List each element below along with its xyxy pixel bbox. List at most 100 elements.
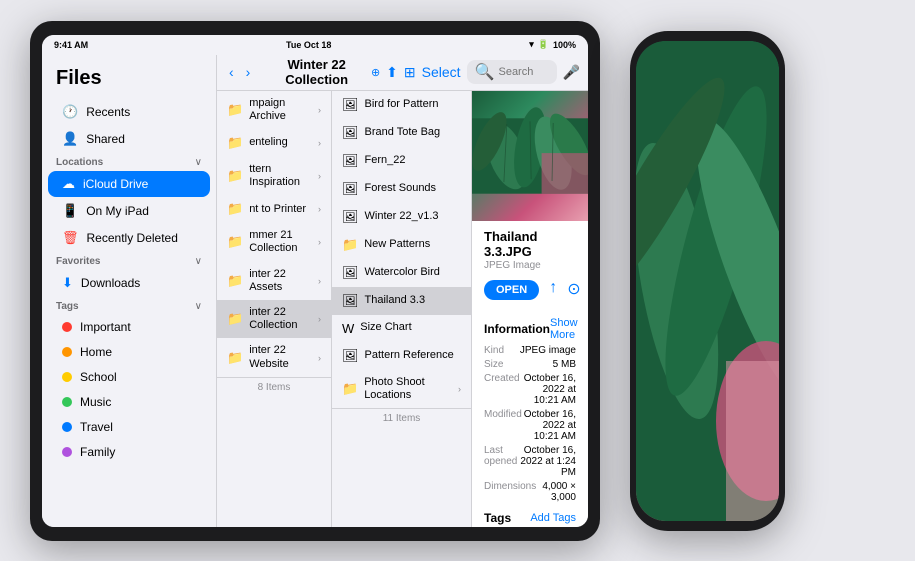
sidebar-item-tag[interactable]: School bbox=[48, 365, 210, 389]
created-key: Created bbox=[484, 373, 520, 406]
file-name: inter 22 Website bbox=[249, 344, 312, 370]
sidebar-item-downloads[interactable]: ⬇ Downloads bbox=[48, 270, 210, 296]
iphone-wallpaper bbox=[636, 41, 779, 521]
kind-val: JPEG image bbox=[520, 345, 576, 356]
list-item[interactable]: 🖼 Winter 22_v1.3 bbox=[332, 203, 471, 231]
list-item[interactable]: 📁 inter 22 Assets › bbox=[217, 262, 331, 300]
search-box[interactable]: 🔍 bbox=[467, 60, 557, 84]
list-item[interactable]: 📁 nt to Printer › bbox=[217, 195, 331, 223]
list-item[interactable]: 📁 mmer 21 Collection › bbox=[217, 223, 331, 261]
folder-icon: 📁 bbox=[227, 350, 243, 366]
sidebar-item-tag[interactable]: Travel bbox=[48, 415, 210, 439]
tag-label: Important bbox=[80, 320, 131, 334]
sidebar-item-recents[interactable]: 🕐 Recents bbox=[48, 99, 210, 125]
sidebar-item-tag[interactable]: Music bbox=[48, 390, 210, 414]
file-column-1: 📁 mpaign Archive › 📁 enteling › 📁 ttern … bbox=[217, 91, 332, 527]
list-item[interactable]: 📁 New Patterns bbox=[332, 231, 471, 259]
folder-icon: 📁 bbox=[227, 201, 243, 217]
iphone-device bbox=[630, 31, 785, 531]
sidebar-item-tag[interactable]: Family bbox=[48, 440, 210, 464]
tag-label: Family bbox=[80, 445, 115, 459]
tags-section: Tags Add Tags bbox=[484, 511, 576, 525]
modified-val: October 16, 2022 at 10:21 AM bbox=[522, 409, 576, 442]
tag-label: Music bbox=[80, 395, 111, 409]
share-action-icon[interactable]: ↑ bbox=[549, 279, 557, 299]
ipad-device: 9:41 AM Tue Oct 18 ▾ 🔋 100% Files 🕐 Rece… bbox=[30, 21, 600, 541]
list-item[interactable]: 🖼 Thailand 3.3 bbox=[332, 287, 471, 315]
tag-dot bbox=[62, 422, 72, 432]
list-item[interactable]: 📁 Photo Shoot Locations › bbox=[332, 370, 471, 408]
sidebar-item-on-my-ipad[interactable]: 📱 On My iPad bbox=[48, 198, 210, 224]
status-time: 9:41 AM bbox=[54, 40, 88, 50]
tags-chevron: ∨ bbox=[195, 301, 202, 312]
file-icon: 🖼 bbox=[342, 97, 359, 113]
mic-button[interactable]: 🎤 bbox=[563, 64, 580, 81]
folder-icon: 📁 bbox=[227, 311, 243, 327]
tag-dot bbox=[62, 347, 72, 357]
sidebar-item-shared[interactable]: 👤 Shared bbox=[48, 126, 210, 152]
list-item[interactable]: 📁 ttern Inspiration › bbox=[217, 157, 331, 195]
list-item[interactable]: 🖼 Brand Tote Bag bbox=[332, 119, 471, 147]
file-name: mpaign Archive bbox=[249, 97, 312, 123]
list-item[interactable]: 🖼 Bird for Pattern bbox=[332, 91, 471, 119]
col2-footer: 11 Items bbox=[332, 408, 471, 428]
select-button[interactable]: Select bbox=[422, 64, 461, 80]
sidebar-item-icloud[interactable]: ☁ iCloud Drive bbox=[48, 171, 210, 197]
file-name: Size Chart bbox=[360, 321, 461, 334]
tag-dot bbox=[62, 447, 72, 457]
file-column-2: 🖼 Bird for Pattern 🖼 Brand Tote Bag 🖼 Fe… bbox=[332, 91, 472, 527]
show-more-btn[interactable]: Show More bbox=[550, 317, 578, 341]
open-button[interactable]: OPEN bbox=[484, 280, 539, 300]
folder-icon: 📁 bbox=[227, 102, 243, 118]
file-icon: 📁 bbox=[342, 237, 358, 253]
add-tags-btn[interactable]: Add Tags bbox=[530, 512, 576, 524]
file-name: enteling bbox=[249, 136, 312, 149]
folder-icon: 📁 bbox=[227, 135, 243, 151]
list-item[interactable]: 📁 mpaign Archive › bbox=[217, 91, 331, 129]
information-section: Information Show More Kind JPEG image Si… bbox=[484, 317, 576, 503]
sidebar-item-tag[interactable]: Important bbox=[48, 315, 210, 339]
list-item[interactable]: 🖼 Watercolor Bird bbox=[332, 259, 471, 287]
file-name: Brand Tote Bag bbox=[365, 126, 461, 139]
tags-title: Tags bbox=[484, 511, 511, 525]
sidebar-item-tag[interactable]: Home bbox=[48, 340, 210, 364]
chevron-right-icon: › bbox=[318, 314, 321, 324]
shared-label: Shared bbox=[86, 132, 125, 146]
list-item[interactable]: 🖼 Pattern Reference bbox=[332, 342, 471, 370]
view-button[interactable]: ⊞ bbox=[404, 64, 416, 81]
ipad-icon: 📱 bbox=[62, 203, 78, 219]
size-val: 5 MB bbox=[553, 359, 576, 370]
info-size-row: Size 5 MB bbox=[484, 359, 576, 370]
file-name: Thailand 3.3 bbox=[365, 294, 461, 307]
toolbar-nav: ‹ › bbox=[225, 62, 254, 82]
back-button[interactable]: ‹ bbox=[225, 62, 238, 82]
file-name: Winter 22_v1.3 bbox=[365, 210, 461, 223]
tag-dot bbox=[62, 397, 72, 407]
tag-dot bbox=[62, 372, 72, 382]
preview-image bbox=[472, 91, 588, 221]
list-item[interactable]: 📁 inter 22 Collection › bbox=[217, 300, 331, 338]
favorites-chevron: ∨ bbox=[195, 256, 202, 267]
file-name: mmer 21 Collection bbox=[249, 229, 312, 255]
search-input[interactable] bbox=[498, 66, 558, 78]
recents-label: Recents bbox=[86, 105, 130, 119]
chevron-right-icon: › bbox=[458, 384, 461, 394]
list-item[interactable]: 🖼 Forest Sounds bbox=[332, 175, 471, 203]
list-item[interactable]: 📁 enteling › bbox=[217, 129, 331, 157]
forward-button[interactable]: › bbox=[242, 62, 255, 82]
file-name: ttern Inspiration bbox=[249, 163, 312, 189]
tags-list: Important Home School Music Travel Famil… bbox=[42, 315, 216, 464]
sidebar-item-recently-deleted[interactable]: 🗑 Recently Deleted bbox=[48, 225, 210, 251]
file-icon: 🖼 bbox=[342, 348, 359, 364]
list-item[interactable]: 📁 inter 22 Website › bbox=[217, 338, 331, 376]
list-item[interactable]: W Size Chart bbox=[332, 315, 471, 342]
file-icon: 🖼 bbox=[342, 293, 359, 309]
preview-action-icons: ↑ ⊙ ⎘ ⊕ bbox=[549, 279, 588, 299]
file-name: Watercolor Bird bbox=[365, 266, 461, 279]
tag-label: School bbox=[80, 370, 117, 384]
favorites-header: Favorites ∨ bbox=[42, 252, 216, 269]
share-button[interactable]: ⬆ bbox=[386, 64, 398, 81]
list-item[interactable]: 🖼 Fern_22 bbox=[332, 147, 471, 175]
file-icon: 📁 bbox=[342, 381, 358, 397]
copy-action-icon[interactable]: ⊙ bbox=[567, 279, 580, 299]
